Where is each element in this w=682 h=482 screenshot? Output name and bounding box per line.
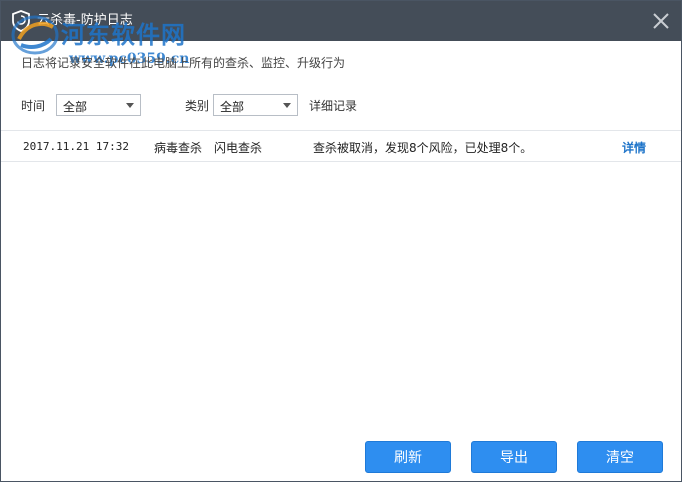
time-filter-select[interactable]: 全部	[56, 94, 141, 116]
time-filter-label: 时间	[21, 99, 46, 113]
chevron-down-icon	[126, 103, 134, 108]
export-button[interactable]: 导出	[471, 441, 557, 473]
category-filter-select[interactable]: 全部	[213, 94, 298, 116]
table-row-divider	[1, 161, 681, 162]
shield-icon	[11, 10, 31, 32]
close-icon[interactable]	[649, 9, 673, 33]
log-time: 2017.11.21 17:32	[23, 140, 129, 153]
log-detail-link[interactable]: 详情	[622, 139, 646, 156]
log-result: 查杀被取消，发现8个风险，已处理8个。	[313, 141, 533, 155]
detail-record-link[interactable]: 详细记录	[309, 97, 357, 114]
log-type: 病毒查杀	[154, 141, 203, 155]
table-row: 2017.11.21 17:32 病毒查杀 闪电查杀 查杀被取消，发现8个风险，…	[1, 131, 681, 161]
title-bar[interactable]: 云杀毒-防护日志	[1, 1, 681, 41]
time-filter-value: 全部	[63, 100, 88, 114]
protection-log-window: 云杀毒-防护日志 河东软件网 www.pc0359.cn 日志将记录安全软件在此…	[0, 0, 682, 482]
category-filter-label: 类别	[185, 99, 210, 113]
category-filter-value: 全部	[220, 100, 245, 114]
log-subtype: 闪电查杀	[214, 141, 263, 155]
window-title: 云杀毒-防护日志	[37, 13, 133, 28]
log-description: 日志将记录安全软件在此电脑上所有的查杀、监控、升级行为	[21, 56, 346, 70]
clear-button[interactable]: 清空	[577, 441, 663, 473]
refresh-button[interactable]: 刷新	[365, 441, 451, 473]
chevron-down-icon	[283, 103, 291, 108]
